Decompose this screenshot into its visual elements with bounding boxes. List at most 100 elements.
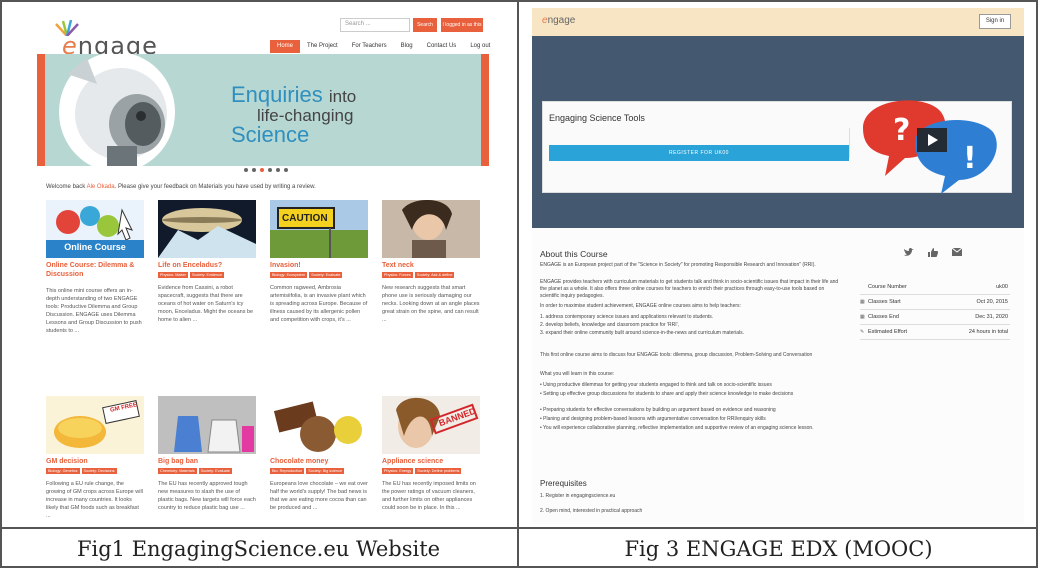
material-card[interactable]: GM FREE GM decision Biology: Genetics Socie… [46, 396, 144, 524]
material-card[interactable]: CAUTION Invasion! Biology: Ecosystem Societ… [270, 200, 368, 370]
facebook-like-icon[interactable] [928, 248, 938, 257]
tag-badge[interactable]: Physics: Matter [158, 272, 188, 278]
tag-badge[interactable]: Society: Evidence [189, 272, 225, 278]
card-title[interactable]: Invasion! [270, 261, 368, 270]
appliance-science-thumbnail [382, 396, 480, 454]
tag-badge[interactable]: Society: Evaluate [309, 272, 343, 278]
card-tags: Bio: Reproduction Society: Big science [270, 468, 345, 474]
caption-right: Fig 3 ENGAGE EDX (MOOC) [624, 536, 933, 561]
fact-key: Classes End [868, 314, 899, 320]
aims-list-item: 3. expand their online community built a… [540, 330, 744, 336]
card-thumbnail[interactable]: GM FREE [46, 396, 144, 454]
about-paragraph-3: In order to maximise student achievement… [540, 303, 741, 309]
card-description: This online mini course offers an in-dep… [46, 288, 142, 334]
tag-badge[interactable]: Society: Big science [306, 468, 345, 474]
course-fact-row: ▦ Classes Start Oct 20, 2015 [860, 295, 1010, 310]
material-card[interactable]: Life on Enceladus? Physics: Matter Society… [158, 200, 256, 370]
logged-in-button[interactable]: I logged in as this [441, 18, 483, 32]
tag-badge[interactable]: Physics: Energy [382, 468, 414, 474]
search-button[interactable]: Search [413, 18, 437, 32]
card-thumbnail[interactable]: Online Course [46, 200, 144, 258]
register-button[interactable]: REGISTER FOR UK00 [549, 145, 849, 161]
carousel-dot-active[interactable] [260, 168, 264, 172]
edx-engage-logo[interactable]: engage [542, 15, 575, 26]
welcome-user-name[interactable]: Ale Okada [87, 184, 115, 190]
search-input[interactable]: Search ... [340, 18, 410, 32]
card-description: Following a EU rule change, the growing … [46, 481, 143, 519]
nav-item[interactable]: For Teachers [345, 40, 394, 53]
card-description: The EU has recently imposed limits on th… [382, 481, 476, 511]
hero-title-line3: Science [231, 122, 310, 147]
tag-badge[interactable]: Society: Evaluate [198, 468, 232, 474]
card-thumbnail[interactable]: BANNED [382, 396, 480, 454]
nav-item[interactable]: Contact Us [420, 40, 464, 53]
carousel-dot[interactable] [244, 168, 248, 172]
nav-item[interactable]: Blog [394, 40, 420, 53]
material-card[interactable]: BANNED Appliance science Physics: Energy So… [382, 396, 480, 524]
edx-logo-text: ngage [547, 15, 576, 26]
engage-logo[interactable]: engage [48, 20, 158, 60]
carousel-dot[interactable] [276, 168, 280, 172]
aims-list-item: 1. address contemporary science issues a… [540, 314, 714, 320]
fact-value: 24 hours in total [968, 329, 1008, 335]
hero-title-line1: Enquiries into [231, 82, 356, 108]
card-title[interactable]: Big bag ban [158, 457, 256, 466]
carousel-dot[interactable] [252, 168, 256, 172]
course-fact-row: ✎ Estimated Effort 24 hours in total [860, 325, 1010, 340]
card-description: Europeans love chocolate – we eat over h… [270, 481, 368, 511]
card-thumbnail[interactable] [158, 396, 256, 454]
calendar-icon: ▦ [860, 314, 865, 320]
about-paragraph-2: ENGAGE provides teachers with curriculum… [540, 279, 839, 299]
card-thumbnail[interactable] [382, 200, 480, 258]
card-title[interactable]: Appliance science [382, 457, 480, 466]
invasion-thumbnail [270, 200, 368, 258]
nav-item[interactable]: Log out [463, 40, 497, 53]
carousel-dot[interactable] [268, 168, 272, 172]
nav-item[interactable]: Home [270, 40, 301, 53]
card-title[interactable]: Life on Enceladus? [158, 261, 256, 270]
material-card[interactable]: Chocolate money Bio: Reproduction Society:… [270, 396, 368, 524]
tag-badge[interactable]: Bio: Reproduction [270, 468, 305, 474]
signin-button[interactable]: Sign in [979, 14, 1011, 29]
thumbnail-label: Online Course [64, 242, 126, 252]
learning-list-item: • Setting up effective group discussions… [540, 391, 794, 397]
carousel-dot[interactable] [284, 168, 288, 172]
svg-text:?: ? [893, 113, 910, 148]
twitter-icon[interactable] [904, 248, 914, 257]
learning-list-item: • Using productive dilemmas for getting … [540, 382, 772, 388]
course-card: Engaging Science Tools REGISTER FOR UK00… [542, 100, 1012, 194]
card-title[interactable]: GM decision [46, 457, 144, 466]
fact-key: Course Number [868, 284, 907, 290]
fact-value: Oct 20, 2015 [976, 299, 1009, 305]
prerequisites-heading: Prerequisites [540, 479, 587, 488]
card-description: The EU has recently approved tough new m… [158, 481, 256, 511]
tag-badge[interactable]: Biology: Genetics [46, 468, 80, 474]
caption-left: Fig1 EngagingScience.eu Website [76, 536, 441, 561]
tag-badge[interactable]: Society: Define problems [415, 468, 462, 474]
tag-badge[interactable]: Society: Ask & define [414, 272, 455, 278]
tag-badge[interactable]: Biology: Ecosystem [270, 272, 308, 278]
card-thumbnail[interactable] [158, 200, 256, 258]
material-card[interactable]: Text neck Physics: Forces Society: Ask & d… [382, 200, 480, 370]
card-title[interactable]: Chocolate money [270, 457, 368, 466]
card-tags: Chemistry: Materials Society: Evaluate [158, 468, 232, 474]
share-icons [904, 248, 962, 257]
about-paragraph-4: This first online course aims to discuss… [540, 352, 813, 358]
material-card[interactable]: Big bag ban Chemistry: Materials Society: … [158, 396, 256, 524]
tag-badge[interactable]: Society: Decisions [81, 468, 117, 474]
material-card[interactable]: Online Course Online Course: Dilemma & Di… [46, 200, 144, 370]
nav-item[interactable]: The Project [300, 40, 345, 53]
course-title: Engaging Science Tools [549, 113, 645, 123]
tag-badge[interactable]: Chemistry: Materials [158, 468, 197, 474]
card-thumbnail[interactable]: CAUTION [270, 200, 368, 258]
tag-badge[interactable]: Physics: Forces [382, 272, 413, 278]
pencil-icon: ✎ [860, 329, 865, 335]
svg-text:!: ! [963, 141, 977, 176]
question-exclamation-video-image[interactable]: ? ! [855, 88, 1005, 196]
card-title[interactable]: Text neck [382, 261, 480, 270]
learning-list-item: • Preparing students for effective conve… [540, 407, 776, 413]
card-thumbnail[interactable] [270, 396, 368, 454]
email-icon[interactable] [952, 248, 962, 256]
welcome-prefix: Welcome back [46, 184, 86, 190]
card-title[interactable]: Online Course: Dilemma & Discussion [46, 261, 144, 279]
